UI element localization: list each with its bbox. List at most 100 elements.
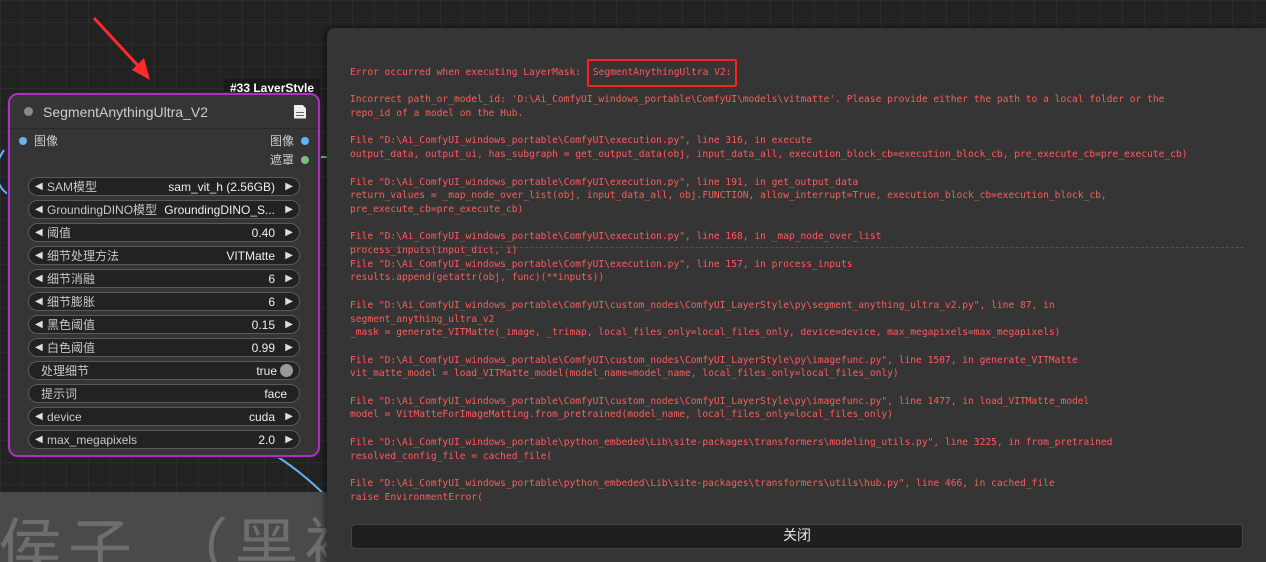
traceback-line: resolved_config_file = cached_file( xyxy=(350,450,553,462)
traceback-line: File "D:\Ai_ComfyUI_windows_portable\Com… xyxy=(350,176,859,188)
widget-process-detail-toggle[interactable]: 处理细节 true xyxy=(28,361,300,380)
traceback-line: segment_anything_ultra_v2 xyxy=(350,313,495,325)
traceback-line: File "D:\Ai_ComfyUI_windows_portable\Com… xyxy=(350,231,882,243)
node-title: SegmentAnythingUltra_V2 xyxy=(43,103,208,120)
widget-label: SAM模型 xyxy=(47,180,98,194)
left-arrow-icon[interactable]: ◀ xyxy=(35,342,47,353)
annotation-arrow-icon xyxy=(92,16,150,80)
widget-label: GroundingDINO模型 xyxy=(47,203,158,217)
left-arrow-icon[interactable]: ◀ xyxy=(35,204,47,215)
output-slot-image[interactable] xyxy=(301,137,309,145)
widget-label: 细节处理方法 xyxy=(47,249,120,263)
right-arrow-icon[interactable]: ▶ xyxy=(283,181,293,192)
left-arrow-icon[interactable]: ◀ xyxy=(35,250,47,261)
right-arrow-icon[interactable]: ▶ xyxy=(283,434,293,445)
traceback-line: _mask = generate_VITMatte(_image, _trima… xyxy=(350,327,1061,339)
widget-label: max_megapixels xyxy=(47,432,138,447)
right-arrow-icon[interactable]: ▶ xyxy=(283,227,293,238)
widget-max-megapixels[interactable]: ◀ max_megapixels 2.0 ▶ xyxy=(28,430,300,449)
right-arrow-icon[interactable]: ▶ xyxy=(283,296,293,307)
widget-label: 阈值 xyxy=(47,226,72,240)
close-button[interactable]: 关闭 xyxy=(351,524,1243,549)
widget-label: 细节膨胀 xyxy=(47,295,96,309)
widget-value: 6 xyxy=(268,271,275,286)
widget-value: VITMatte xyxy=(226,248,275,263)
segment-anything-node[interactable]: SegmentAnythingUltra_V2 图像 图像 遮罩 ◀ SAM模型 s… xyxy=(8,93,320,457)
error-dialog: Error occurred when executing LayerMask:… xyxy=(327,28,1266,562)
widget-label: 白色阈值 xyxy=(47,341,96,355)
traceback-line: pre_execute_cb=pre_execute_cb) xyxy=(350,203,524,215)
traceback-line: File "D:\Ai_ComfyUI_windows_portable\Com… xyxy=(350,299,1055,311)
highlight-box: SegmentAnythingUltra V2: xyxy=(586,59,738,87)
right-arrow-icon[interactable]: ▶ xyxy=(283,273,293,284)
right-arrow-icon[interactable]: ▶ xyxy=(283,411,293,422)
traceback-line: File "D:\Ai_ComfyUI_windows_portable\Com… xyxy=(350,135,813,147)
output-label-image: 图像 xyxy=(269,134,294,148)
left-arrow-icon[interactable]: ◀ xyxy=(35,319,47,330)
widget-value: GroundingDINO_S... xyxy=(164,202,275,217)
traceback: Incorrect path_or_model_id: 'D:\Ai_Comfy… xyxy=(350,93,1246,504)
traceback-line: File "D:\Ai_ComfyUI_windows_portable\Com… xyxy=(350,354,1078,366)
input-label-image: 图像 xyxy=(34,134,59,148)
output-slot-mask[interactable] xyxy=(301,156,309,164)
widget-value: 2.0 xyxy=(258,432,275,447)
left-arrow-icon[interactable]: ◀ xyxy=(35,434,47,445)
error-title-prefix: Error occurred when executing LayerMask: xyxy=(350,67,587,78)
input-slot-image[interactable] xyxy=(19,137,27,145)
io-row-image: 图像 图像 xyxy=(10,132,318,151)
widget-groundingdino-model[interactable]: ◀ GroundingDINO模型 GroundingDINO_S... ▶ xyxy=(28,200,300,219)
widget-label: device xyxy=(47,409,82,424)
widget-detail-method[interactable]: ◀ 细节处理方法 VITMatte ▶ xyxy=(28,246,300,265)
dashed-separator xyxy=(350,247,1244,248)
widget-device[interactable]: ◀ device cuda ▶ xyxy=(28,407,300,426)
right-arrow-icon[interactable]: ▶ xyxy=(283,319,293,330)
widget-value: true xyxy=(256,363,277,378)
traceback-line: Incorrect path_or_model_id: 'D:\Ai_Comfy… xyxy=(350,94,1165,106)
right-arrow-icon[interactable]: ▶ xyxy=(283,342,293,353)
traceback-line: model = VitMatteForImageMatting.from_pre… xyxy=(350,409,893,421)
widget-detail-dilate[interactable]: ◀ 细节膨胀 6 ▶ xyxy=(28,292,300,311)
widget-value: sam_vit_h (2.56GB) xyxy=(168,179,275,194)
widget-label: 处理细节 xyxy=(41,364,90,378)
traceback-line: vit_matte_model = load_VITMatte_model(mo… xyxy=(350,368,899,380)
widget-label: 提示词 xyxy=(41,387,78,401)
traceback-line: File "D:\Ai_ComfyUI_windows_portable\pyt… xyxy=(350,436,1113,448)
widget-value: 0.99 xyxy=(251,340,275,355)
toggle-knob-icon[interactable] xyxy=(280,364,293,377)
widget-sam-model[interactable]: ◀ SAM模型 sam_vit_h (2.56GB) ▶ xyxy=(28,177,300,196)
widget-label: 黑色阈值 xyxy=(47,318,96,332)
widget-black-point[interactable]: ◀ 黑色阈值 0.15 ▶ xyxy=(28,315,300,334)
left-arrow-icon[interactable]: ◀ xyxy=(35,273,47,284)
io-row-mask: 遮罩 xyxy=(10,151,318,170)
error-message: Error occurred when executing LayerMask:… xyxy=(350,59,1246,504)
widget-list: ◀ SAM模型 sam_vit_h (2.56GB) ▶ ◀ GroundingDINO… xyxy=(10,170,318,449)
widget-value: 0.40 xyxy=(251,225,275,240)
collapse-dot-icon[interactable] xyxy=(24,107,33,116)
left-arrow-icon[interactable]: ◀ xyxy=(35,227,47,238)
traceback-line: raise EnvironmentError( xyxy=(350,491,483,503)
left-arrow-icon[interactable]: ◀ xyxy=(35,411,47,422)
document-icon[interactable] xyxy=(294,104,306,119)
traceback-line: output_data, output_ui, has_subgraph = g… xyxy=(350,149,1188,161)
traceback-line: repo_id of a model on the Hub. xyxy=(350,108,524,120)
widget-white-point[interactable]: ◀ 白色阈值 0.99 ▶ xyxy=(28,338,300,357)
right-arrow-icon[interactable]: ▶ xyxy=(283,250,293,261)
right-arrow-icon[interactable]: ▶ xyxy=(283,204,293,215)
group-title-text: 侯子 （黑袍 xyxy=(0,513,375,562)
widget-prompt-input[interactable]: 提示词 face xyxy=(28,384,300,403)
traceback-line: File "D:\Ai_ComfyUI_windows_portable\Com… xyxy=(350,258,853,270)
traceback-line: results.append(getattr(obj, func)(**inpu… xyxy=(350,272,605,284)
widget-threshold[interactable]: ◀ 阈值 0.40 ▶ xyxy=(28,223,300,242)
left-arrow-icon[interactable]: ◀ xyxy=(35,181,47,192)
left-arrow-icon[interactable]: ◀ xyxy=(35,296,47,307)
node-header[interactable]: SegmentAnythingUltra_V2 xyxy=(10,95,318,129)
output-label-mask: 遮罩 xyxy=(269,153,294,167)
widget-detail-erode[interactable]: ◀ 细节消融 6 ▶ xyxy=(28,269,300,288)
